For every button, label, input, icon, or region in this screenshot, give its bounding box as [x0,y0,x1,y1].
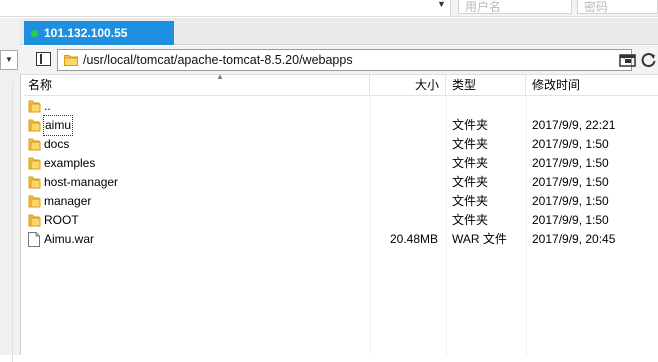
path-bar: /usr/local/tomcat/apache-tomcat-8.5.20/w… [20,46,658,75]
file-type: 文件夹 [452,137,489,151]
file-row[interactable]: examples 文件夹 2017/9/9, 1:50 [24,154,658,173]
file-modified: 2017/9/9, 1:50 [532,156,609,170]
open-folder-icon[interactable] [619,52,637,68]
file-modified: 2017/9/9, 1:50 [532,213,609,227]
file-row[interactable]: manager 文件夹 2017/9/9, 1:50 [24,192,658,211]
username-field[interactable]: 用户名 [458,0,572,14]
file-icon [28,232,40,253]
file-name: manager [44,194,92,208]
left-panel-divider [12,82,13,362]
tab-bar: 101.132.100.55 [20,18,658,45]
file-type: 文件夹 [452,156,489,170]
tab-title: 101.132.100.55 [44,26,128,40]
panel-toggle-icon[interactable] [36,52,51,66]
left-panel-dropdown[interactable]: ▼ [0,50,18,70]
file-modified: 2017/9/9, 22:21 [532,118,616,132]
file-name: Aimu.war [44,232,95,246]
file-name: examples [44,156,96,170]
file-row[interactable]: ROOT 文件夹 2017/9/9, 1:50 [24,211,658,230]
file-row[interactable]: aimu 文件夹 2017/9/9, 22:21 [24,115,658,136]
host-dropdown[interactable] [0,0,451,16]
column-name[interactable]: 名称 [24,75,370,95]
tab-session[interactable]: 101.132.100.55 [24,21,174,45]
file-modified: 2017/9/9, 1:50 [532,194,609,208]
chevron-down-icon[interactable]: ▼ [437,0,446,9]
password-field[interactable]: 密码 [577,0,658,14]
file-type: 文件夹 [452,213,489,227]
file-row[interactable]: Aimu.war 20.48MB WAR 文件 2017/9/9, 20:45 [24,230,658,249]
column-size[interactable]: 大小 [370,75,446,95]
file-size: 20.48MB [389,232,438,246]
file-modified: 2017/9/9, 1:50 [532,137,609,151]
file-row[interactable]: docs 文件夹 2017/9/9, 1:50 [24,135,658,154]
file-name: ROOT [44,213,79,227]
refresh-icon[interactable] [640,52,658,68]
folder-icon [64,55,78,66]
file-name: host-manager [44,175,119,189]
left-panel: ▼ [0,18,21,362]
file-name: aimu [42,115,74,136]
connection-status-icon [31,30,38,37]
file-type: 文件夹 [452,118,489,132]
file-row[interactable]: .. [24,97,658,116]
top-strip: ▼ 用户名 密码 [0,0,658,17]
file-name: docs [44,137,70,151]
sort-ascending-icon: ▲ [216,72,224,81]
file-list-header: 名称 ▲ 大小 类型 修改时间 [24,72,658,96]
file-modified: 2017/9/9, 20:45 [532,232,616,246]
file-name: .. [44,99,51,113]
file-modified: 2017/9/9, 1:50 [532,175,609,189]
file-row[interactable]: host-manager 文件夹 2017/9/9, 1:50 [24,173,658,192]
path-text: /usr/local/tomcat/apache-tomcat-8.5.20/w… [83,53,353,67]
file-type: 文件夹 [452,175,489,189]
file-type: WAR 文件 [452,232,507,246]
column-modified[interactable]: 修改时间 [526,75,658,95]
column-type[interactable]: 类型 [446,75,526,95]
path-input[interactable]: /usr/local/tomcat/apache-tomcat-8.5.20/w… [57,49,632,71]
file-type: 文件夹 [452,194,489,208]
